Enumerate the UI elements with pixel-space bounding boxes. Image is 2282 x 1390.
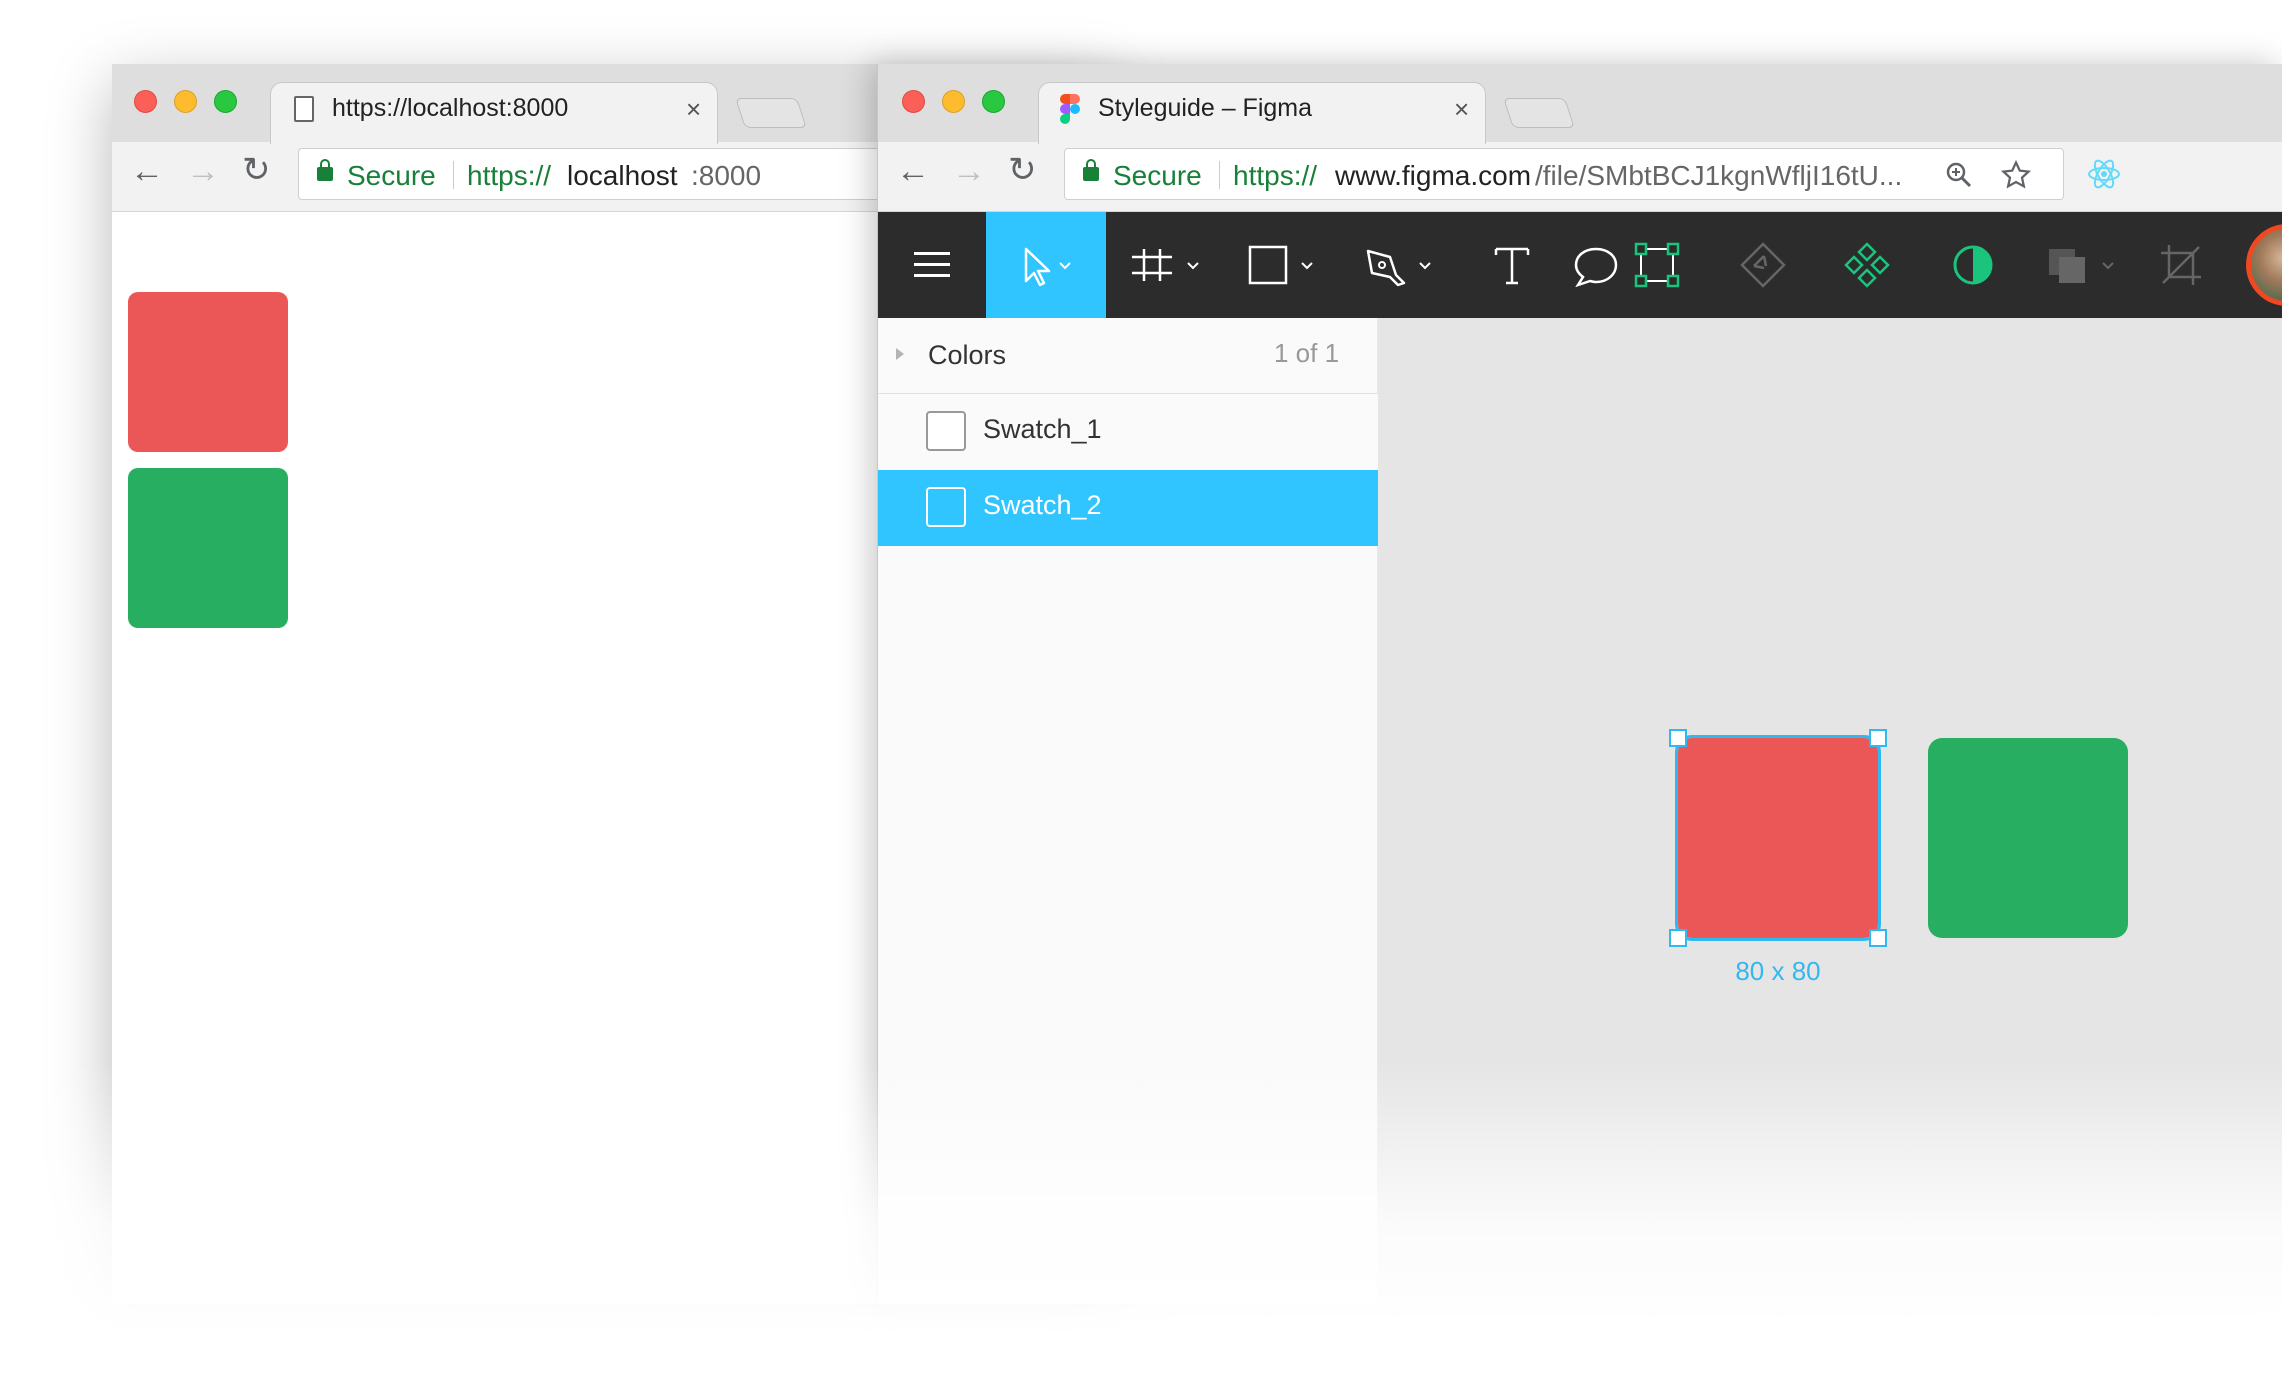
component-set-icon[interactable]	[1822, 212, 1912, 318]
close-window-button[interactable]	[134, 90, 157, 113]
forward-icon[interactable]: →	[952, 152, 986, 191]
omnibox-divider	[453, 161, 454, 189]
component-icon[interactable]	[1622, 212, 1692, 318]
layer-row-swatch-2[interactable]: Swatch_2	[878, 470, 1378, 546]
url-port: :8000	[691, 160, 762, 191]
resize-handle-top-left[interactable]	[1669, 729, 1687, 747]
avatar[interactable]	[2246, 224, 2282, 306]
secure-label: Secure	[347, 160, 436, 191]
boolean-icon[interactable]	[2028, 212, 2138, 318]
new-tab-button[interactable]	[735, 98, 807, 128]
right-browser-chrome: Styleguide – Figma × ← → ↻ Secure https:…	[878, 64, 2282, 212]
close-window-button[interactable]	[902, 90, 925, 113]
reload-icon[interactable]: ↻	[1008, 150, 1037, 190]
page-name: Colors	[928, 340, 1007, 370]
resize-handle-bottom-left[interactable]	[1669, 929, 1687, 947]
lock-shackle	[1086, 159, 1096, 169]
maximize-window-button[interactable]	[982, 90, 1005, 113]
menu-icon[interactable]	[878, 212, 986, 318]
right-tab-title: Styleguide – Figma	[1098, 94, 1313, 122]
rectangle-tool-icon[interactable]	[1228, 212, 1340, 318]
caret-right-icon[interactable]	[896, 348, 904, 360]
lock-icon	[317, 167, 333, 181]
text-tool-icon[interactable]	[1462, 212, 1562, 318]
layer-frame-icon	[926, 487, 966, 527]
close-tab-icon[interactable]: ×	[1454, 94, 1469, 125]
pen-tool-icon[interactable]	[1344, 212, 1456, 318]
figma-toolbar	[878, 212, 2282, 318]
bookmark-star-icon[interactable]	[2001, 160, 2031, 190]
back-icon[interactable]: ←	[896, 152, 930, 191]
figma-logo-icon	[1060, 94, 1080, 124]
resize-handle-top-right[interactable]	[1869, 729, 1887, 747]
new-tab-button[interactable]	[1503, 98, 1575, 128]
minimize-window-button[interactable]	[174, 90, 197, 113]
crop-icon[interactable]	[2146, 212, 2216, 318]
url-scheme: https://	[1233, 160, 1318, 191]
red-swatch	[128, 292, 288, 452]
minimize-window-button[interactable]	[942, 90, 965, 113]
lock-icon	[1083, 167, 1099, 181]
layer-label: Swatch_1	[983, 414, 1102, 444]
maximize-window-button[interactable]	[214, 90, 237, 113]
mask-icon[interactable]	[1928, 212, 2018, 318]
instance-icon[interactable]	[1718, 212, 1808, 318]
green-swatch	[128, 468, 288, 628]
frame-tool-icon[interactable]	[1110, 212, 1222, 318]
left-tab-title: https://localhost:8000	[332, 94, 569, 122]
url-scheme: https://	[467, 160, 552, 191]
url-host: www.figma.com	[1335, 160, 1532, 191]
url-host: localhost	[567, 160, 678, 191]
zoom-icon[interactable]	[1945, 161, 1973, 189]
comment-icon[interactable]	[1566, 212, 1626, 318]
layer-row-swatch-1[interactable]: Swatch_1	[878, 394, 1378, 470]
omnibox-divider	[1219, 161, 1220, 189]
pages-header[interactable]: Colors 1 of 1	[878, 318, 1378, 394]
close-tab-icon[interactable]: ×	[686, 94, 701, 125]
url-path: /file/SMbtBCJ1kgnWfljI16tU...	[1535, 160, 1903, 191]
page-icon	[294, 96, 314, 122]
react-devtools-icon[interactable]	[2086, 156, 2122, 192]
dimension-label: 80 x 80	[1735, 956, 1821, 986]
layer-frame-icon	[926, 411, 966, 451]
resize-handle-bottom-right[interactable]	[1869, 929, 1887, 947]
lock-shackle	[320, 159, 330, 169]
layer-label: Swatch_2	[983, 490, 1102, 520]
reload-icon[interactable]: ↻	[242, 150, 271, 190]
bottom-fade	[0, 1060, 2282, 1390]
selected-red-rectangle[interactable]	[1675, 735, 1881, 941]
forward-icon[interactable]: →	[186, 152, 220, 191]
back-icon[interactable]: ←	[130, 152, 164, 191]
page-count: 1 of 1	[1274, 338, 1340, 368]
green-rectangle[interactable]	[1928, 738, 2128, 938]
right-address-bar[interactable]: Secure https:// www.figma.com /file/SMbt…	[1064, 148, 2064, 200]
move-tool-icon[interactable]	[986, 212, 1106, 318]
secure-label: Secure	[1113, 160, 1202, 191]
